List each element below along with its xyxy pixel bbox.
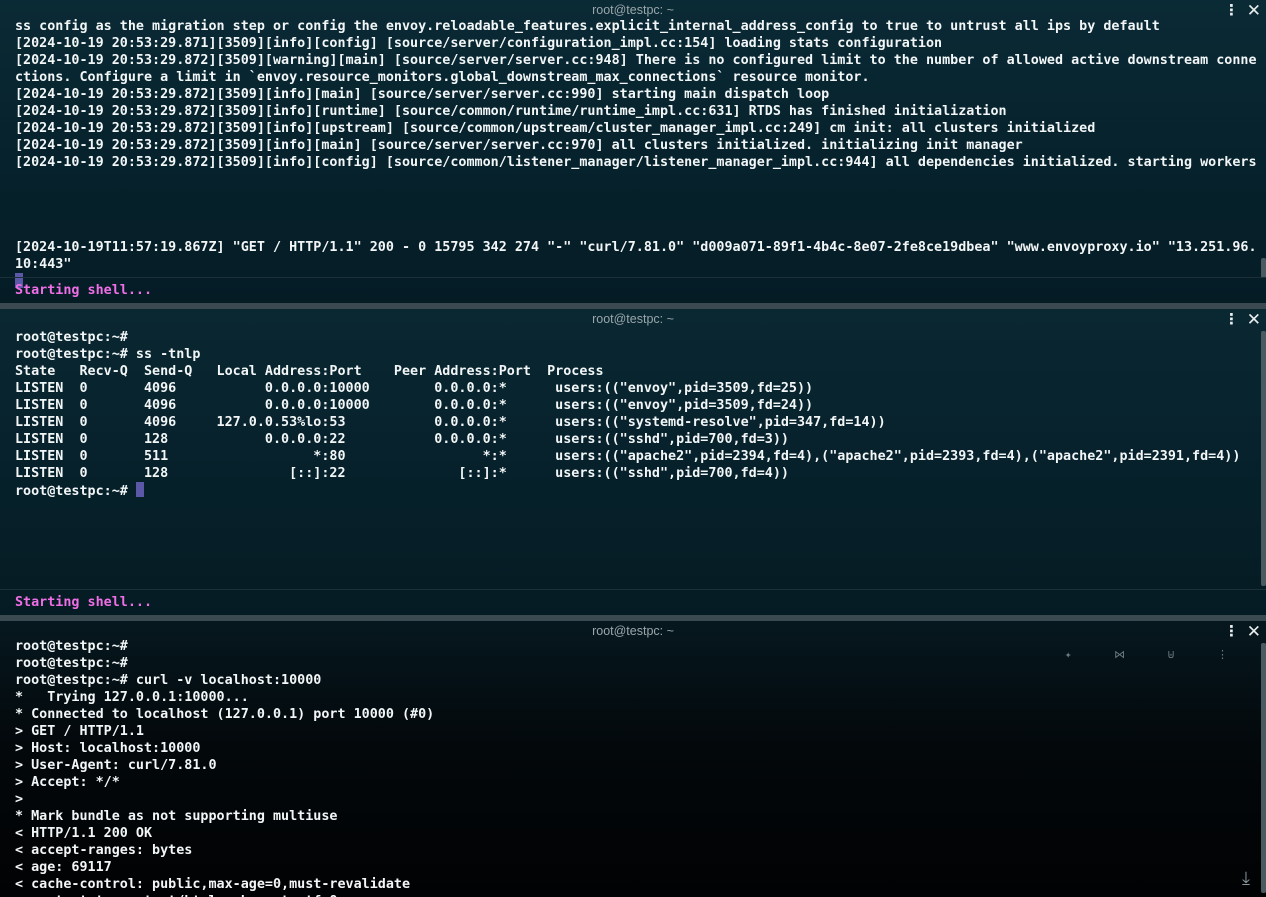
terminal-line: > Host: localhost:10000 <box>15 741 201 756</box>
terminal-line: root@testpc:~# <box>15 639 128 654</box>
terminal-line: < content-type: text/html; charset=utf-8 <box>15 893 1248 897</box>
download-icon[interactable]: ⤓ <box>1242 868 1250 889</box>
terminal-output: ss config as the migration step or confi… <box>15 18 1257 291</box>
terminal-line: [2024-10-19 20:53:29.871][3509][info][co… <box>15 36 943 51</box>
pane-title: root@testpc: ~ <box>592 3 674 17</box>
terminal-input-line[interactable]: root@testpc:~# <box>15 482 1248 500</box>
terminal-output: root@testpc:~# root@testpc:~# ss -tnlp Sta… <box>15 329 1248 500</box>
pane-title: root@testpc: ~ <box>592 624 674 638</box>
terminal-line: > <box>15 792 24 807</box>
terminal-line: State Recv-Q Send-Q Local Address:Port P… <box>15 364 604 379</box>
terminal-line: > Accept: */* <box>15 775 120 790</box>
terminal-line: root@testpc:~# ss -tnlp <box>15 347 201 362</box>
terminal-line: [2024-10-19 20:53:29.872][3509][info][ru… <box>15 104 1007 119</box>
terminal-line: [2024-10-19T11:57:19.867Z] "GET / HTTP/1… <box>15 240 1257 255</box>
scrollbar-thumb[interactable] <box>1261 643 1266 893</box>
terminal-line: [2024-10-19 20:53:29.872][3509][info][ma… <box>15 138 1023 153</box>
terminal-line: LISTEN 0 128 0.0.0.0:22 0.0.0.0:* users:… <box>15 432 789 447</box>
terminal-line: < cache-control: public,max-age=0,must-r… <box>15 877 411 892</box>
close-icon[interactable]: ✕ <box>1247 1 1261 21</box>
terminal-line: [2024-10-19 20:53:29.872][3509][info][ma… <box>15 87 830 102</box>
terminal-line: [2024-10-19 20:53:29.872][3509][info][co… <box>15 155 1257 170</box>
terminal-line: * Connected to localhost (127.0.0.1) por… <box>15 707 435 722</box>
close-icon[interactable]: ✕ <box>1247 622 1261 642</box>
terminal-line: root@testpc:~# <box>15 656 128 671</box>
terminal-line: LISTEN 0 511 *:80 *:* users:(("apache2",… <box>15 449 1241 464</box>
scrollbar-thumb[interactable] <box>1261 331 1266 586</box>
terminal-pane-ss[interactable]: root@testpc: ~ ⋮ ✕ root@testpc:~# root@te… <box>0 309 1266 615</box>
text-cursor <box>135 482 144 497</box>
terminal-line: * Trying 127.0.0.1:10000... <box>15 690 249 705</box>
terminal-line: [2024-10-19 20:53:29.872][3509][info][up… <box>15 121 1096 136</box>
terminal-line: < HTTP/1.1 200 OK <box>15 826 153 841</box>
terminal-line: LISTEN 0 4096 0.0.0.0:10000 0.0.0.0:* us… <box>15 398 814 413</box>
pane-menu-icon[interactable]: ⋮ <box>1224 310 1239 328</box>
terminal-pane-envoy[interactable]: root@testpc: ~ ⋮ ✕ ss config as the migr… <box>0 0 1266 303</box>
terminal-line: LISTEN 0 128 [::]:22 [::]:* users:(("ssh… <box>15 466 789 481</box>
close-icon[interactable]: ✕ <box>1247 310 1261 330</box>
terminal-pane-curl[interactable]: root@testpc: ~ ⋮ ✕ ✦ ⋈ ⊎ ⋮ root@testpc:~… <box>0 621 1266 897</box>
terminal-line: root@testpc:~# curl -v localhost:10000 <box>15 673 322 688</box>
terminal-output: root@testpc:~# root@testpc:~# root@testpc:… <box>15 638 1248 897</box>
scrollbar-thumb[interactable] <box>1261 258 1266 278</box>
terminal-line: root@testpc:~# <box>15 330 128 345</box>
terminal-line: LISTEN 0 4096 127.0.0.53%lo:53 0.0.0.0:*… <box>15 415 886 430</box>
status-bar: Starting shell... <box>0 589 1266 615</box>
terminal-line: ctions. Configure a limit in `envoy.reso… <box>15 70 870 85</box>
terminal-line: * Mark bundle as not supporting multiuse <box>15 809 338 824</box>
terminal-line: < age: 69117 <box>15 860 112 875</box>
terminal-line: < accept-ranges: bytes <box>15 843 193 858</box>
terminal-line: > User-Agent: curl/7.81.0 <box>15 758 217 773</box>
terminal-line: ss config as the migration step or confi… <box>15 19 1160 34</box>
shell-prompt: root@testpc:~# <box>15 484 136 499</box>
terminal-line: LISTEN 0 4096 0.0.0.0:10000 0.0.0.0:* us… <box>15 381 814 396</box>
status-bar: Starting shell... <box>0 277 1266 303</box>
terminal-line: 10:443" <box>15 257 72 272</box>
terminal-line: [2024-10-19 20:53:29.872][3509][warning]… <box>15 53 1257 68</box>
pane-menu-icon[interactable]: ⋮ <box>1224 1 1239 19</box>
pane-title: root@testpc: ~ <box>592 312 674 326</box>
terminal-line: > GET / HTTP/1.1 <box>15 724 144 739</box>
